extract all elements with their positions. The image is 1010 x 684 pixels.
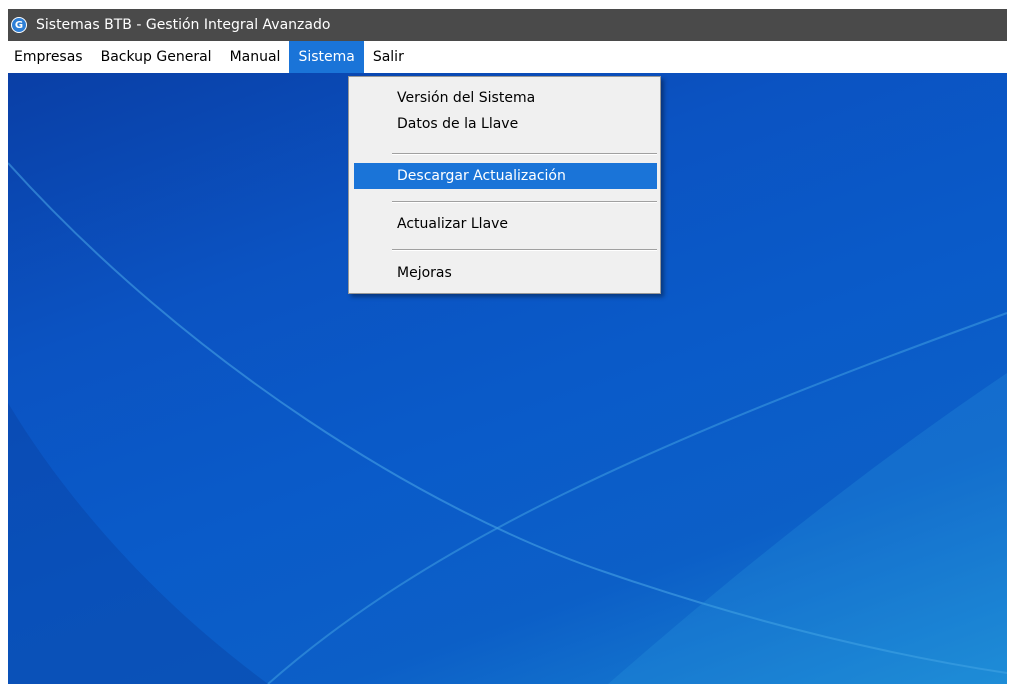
menu-item-actualizar-llave[interactable]: Actualizar Llave — [354, 211, 657, 237]
menu-item-descargar-actualizacion[interactable]: Descargar Actualización — [354, 163, 657, 189]
menu-salir[interactable]: Salir — [364, 41, 413, 73]
menu-separator — [392, 249, 657, 251]
menu-bar: Empresas Backup General Manual Sistema S… — [8, 41, 1007, 73]
menu-item-datos-llave[interactable]: Datos de la Llave — [354, 111, 657, 137]
menu-separator — [392, 201, 657, 203]
menu-empresas[interactable]: Empresas — [8, 41, 92, 73]
app-window: G Sistemas BTB - Gestión Integral Avanza… — [8, 9, 1007, 684]
sistema-dropdown-menu: Versión del Sistema Datos de la Llave De… — [348, 76, 661, 294]
menu-item-mejoras[interactable]: Mejoras — [354, 260, 657, 286]
menu-item-version-sistema[interactable]: Versión del Sistema — [354, 85, 657, 111]
menu-backup-general[interactable]: Backup General — [92, 41, 221, 73]
menu-separator — [392, 153, 657, 155]
menu-sistema[interactable]: Sistema — [289, 41, 364, 73]
menu-manual[interactable]: Manual — [221, 41, 290, 73]
app-logo-icon: G — [11, 17, 27, 33]
window-title: Sistemas BTB - Gestión Integral Avanzado — [36, 17, 331, 33]
title-bar: G Sistemas BTB - Gestión Integral Avanza… — [8, 9, 1007, 41]
